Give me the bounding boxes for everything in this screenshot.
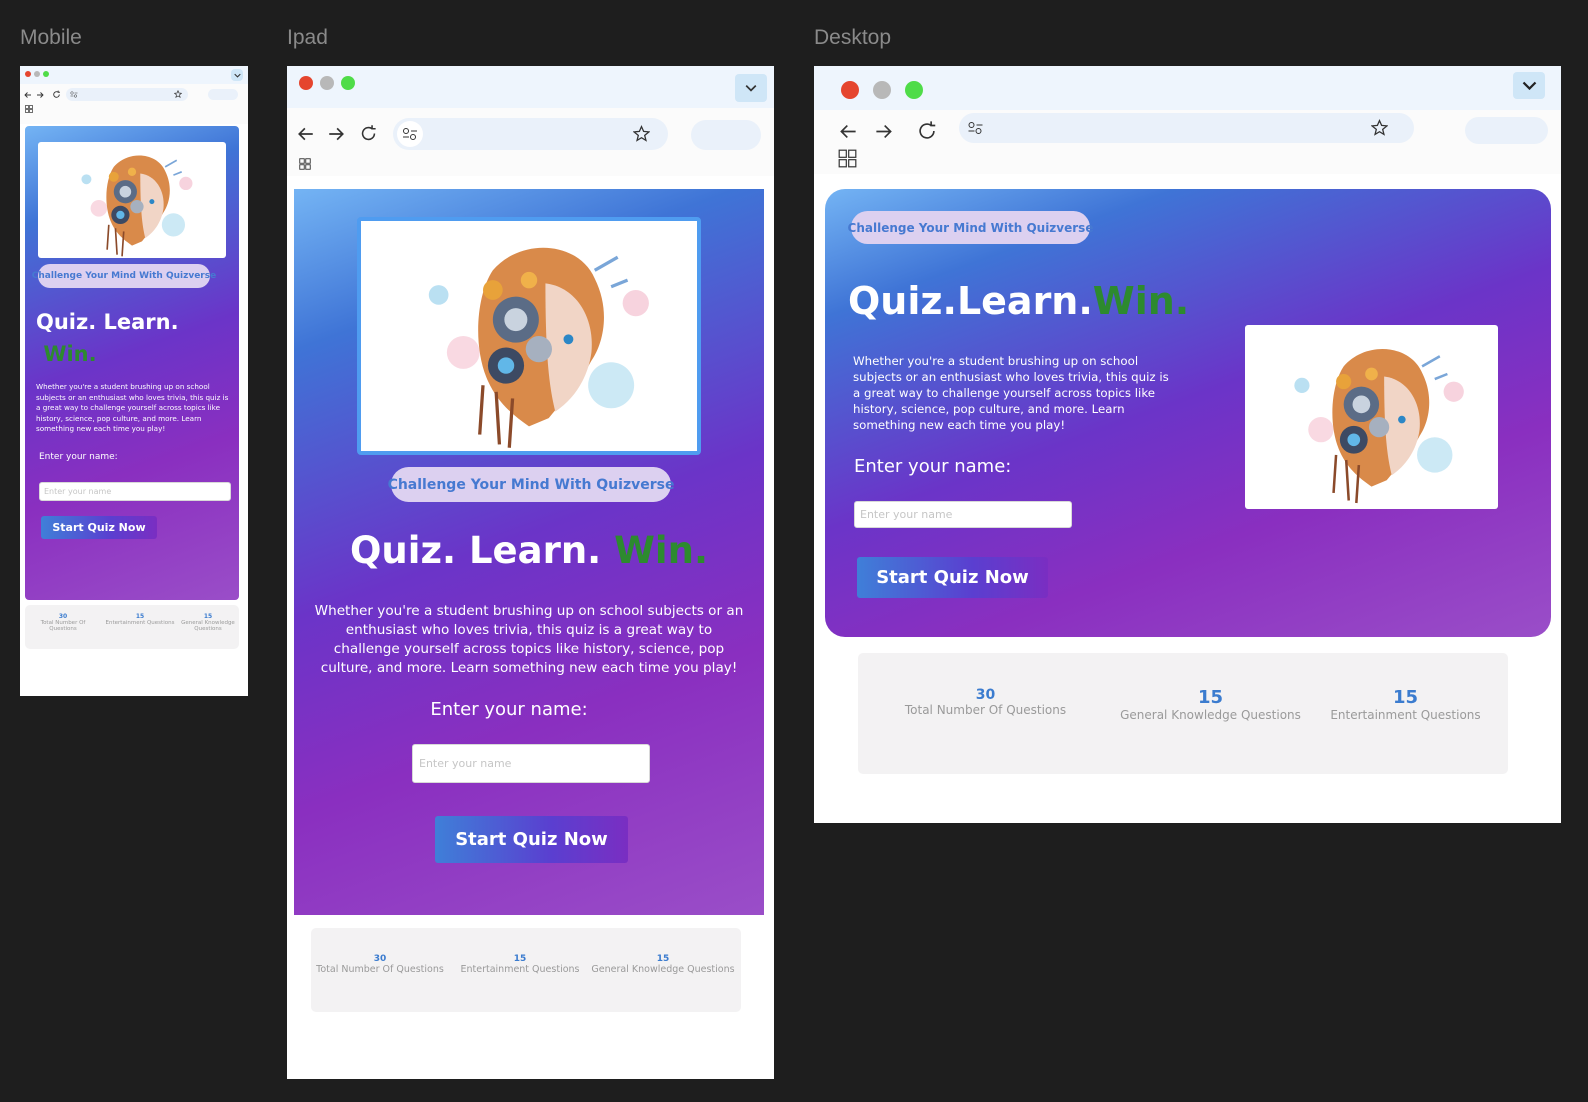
close-dot[interactable] (25, 71, 31, 77)
address-bar[interactable] (66, 88, 188, 101)
apps-grid-icon[interactable] (299, 158, 311, 170)
mobile-stats: 30 Total Number Of Questions 15 Entertai… (25, 605, 239, 649)
stat-general: 15 General Knowledge Questions (1120, 687, 1301, 722)
tune-icon[interactable] (402, 127, 418, 141)
stat-general: 15 General Knowledge Questions (181, 613, 235, 632)
hero-badge: Challenge Your Mind With Quizverse (848, 211, 1093, 244)
desktop-frame: Challenge Your Mind With Quizverse Quiz.… (814, 66, 1561, 823)
hero-image (1245, 325, 1498, 509)
chevron-down-icon[interactable] (231, 69, 243, 81)
hero-headline: Quiz. Learn. Win. (36, 310, 179, 366)
minimize-dot[interactable] (873, 81, 891, 99)
name-input[interactable] (39, 482, 231, 501)
apps-grid-icon[interactable] (838, 149, 857, 168)
profile-pill-button[interactable] (208, 89, 238, 100)
name-input[interactable] (854, 501, 1072, 528)
stat-general: 15 General Knowledge Questions (591, 954, 735, 975)
ai-head-illustration-icon (38, 142, 226, 258)
maximize-dot[interactable] (43, 71, 49, 77)
close-dot[interactable] (841, 81, 859, 99)
tune-icon[interactable] (70, 91, 78, 98)
maximize-dot[interactable] (341, 76, 355, 90)
stat-total: 30 Total Number Of Questions (904, 687, 1067, 717)
desktop-toolbar (814, 110, 1561, 174)
minimize-dot[interactable] (34, 71, 40, 77)
reload-icon[interactable] (52, 90, 61, 99)
desktop-frame-label: Desktop (814, 26, 892, 49)
tune-icon[interactable] (967, 121, 984, 135)
mobile-frame-label: Mobile (20, 26, 82, 49)
chevron-down-icon[interactable] (735, 74, 767, 102)
reload-icon[interactable] (359, 124, 378, 143)
desktop-stats: 30 Total Number Of Questions 15 General … (858, 653, 1508, 774)
stat-entertainment: 15 Entertainment Questions (460, 954, 580, 975)
hero-paragraph: Whether you're a student brushing up on … (853, 354, 1169, 432)
name-label: Enter your name: (39, 452, 118, 462)
forward-arrow-icon[interactable] (36, 91, 44, 99)
address-bar[interactable] (393, 118, 668, 150)
hero-badge: Challenge Your Mind With Quizverse (32, 264, 216, 288)
back-arrow-icon[interactable] (297, 125, 315, 143)
ai-head-illustration-icon (361, 221, 697, 451)
mobile-toolbar (20, 84, 248, 124)
forward-arrow-icon[interactable] (327, 125, 345, 143)
reload-icon[interactable] (916, 120, 938, 142)
ipad-frame-label: Ipad (287, 26, 328, 49)
ipad-toolbar (287, 108, 774, 176)
ipad-frame: Challenge Your Mind With Quizverse Quiz.… (287, 66, 774, 1079)
profile-pill-button[interactable] (691, 120, 761, 150)
chevron-down-icon[interactable] (1513, 72, 1545, 99)
mobile-hero: Challenge Your Mind With Quizverse Quiz.… (25, 126, 239, 600)
forward-arrow-icon[interactable] (874, 122, 893, 141)
stat-entertainment: 15 Entertainment Questions (105, 613, 175, 626)
back-arrow-icon[interactable] (24, 91, 32, 99)
maximize-dot[interactable] (905, 81, 923, 99)
ipad-hero: Challenge Your Mind With Quizverse Quiz.… (294, 189, 764, 915)
bookmark-star-icon[interactable] (1371, 119, 1388, 136)
name-label: Enter your name: (854, 456, 1012, 477)
minimize-dot[interactable] (320, 76, 334, 90)
start-quiz-button[interactable]: Start Quiz Now (41, 516, 157, 539)
back-arrow-icon[interactable] (839, 122, 858, 141)
hero-badge: Challenge Your Mind With Quizverse (388, 467, 674, 502)
desktop-hero: Challenge Your Mind With Quizverse Quiz.… (825, 189, 1551, 637)
hero-paragraph: Whether you're a student brushing up on … (36, 382, 229, 433)
hero-paragraph: Whether you're a student brushing up on … (314, 603, 744, 676)
hero-headline: Quiz.Learn.Win. (848, 279, 1190, 323)
profile-pill-button[interactable] (1465, 117, 1548, 144)
hero-image (357, 217, 701, 455)
apps-grid-icon[interactable] (25, 105, 33, 113)
name-input[interactable] (412, 744, 650, 783)
stat-total: 30 Total Number Of Questions (316, 954, 444, 975)
start-quiz-button[interactable]: Start Quiz Now (857, 557, 1048, 598)
close-dot[interactable] (299, 76, 313, 90)
name-label: Enter your name: (430, 699, 588, 720)
mobile-frame: Challenge Your Mind With Quizverse Quiz.… (20, 66, 248, 696)
desktop-titlebar (814, 66, 1561, 110)
ipad-titlebar (287, 66, 774, 108)
ai-head-illustration-icon (1245, 325, 1498, 509)
mobile-titlebar (20, 66, 248, 84)
stat-entertainment: 15 Entertainment Questions (1330, 687, 1481, 722)
stat-total: 30 Total Number Of Questions (40, 613, 86, 632)
bookmark-star-icon[interactable] (633, 125, 650, 142)
bookmark-star-icon[interactable] (174, 90, 182, 98)
address-bar[interactable] (959, 113, 1414, 143)
start-quiz-button[interactable]: Start Quiz Now (435, 816, 628, 863)
ipad-stats: 30 Total Number Of Questions 15 Entertai… (311, 928, 741, 1012)
hero-headline: Quiz. Learn. Win. (349, 529, 709, 572)
hero-image (38, 142, 226, 258)
